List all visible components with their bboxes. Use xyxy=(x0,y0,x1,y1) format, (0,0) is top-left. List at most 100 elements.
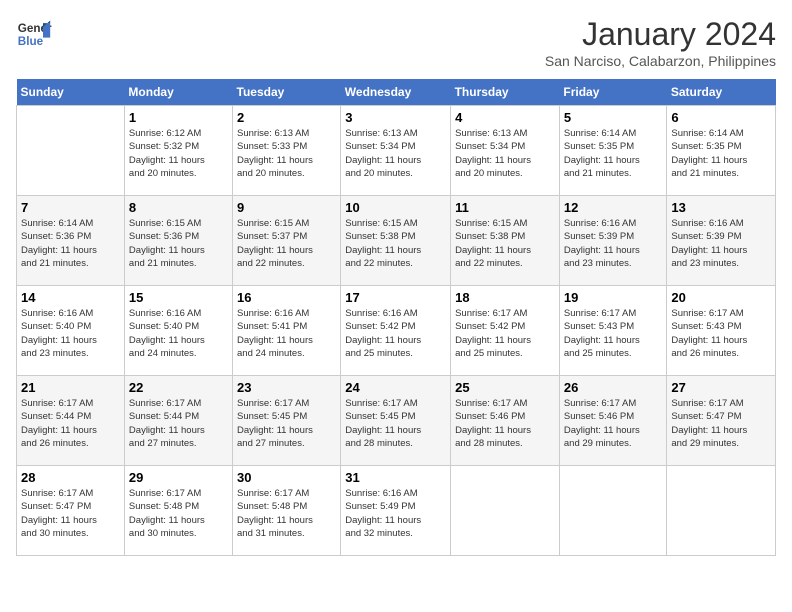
day-info: Sunrise: 6:17 AM Sunset: 5:46 PM Dayligh… xyxy=(455,397,555,450)
calendar-cell: 8 Sunrise: 6:15 AM Sunset: 5:36 PM Daylig… xyxy=(124,196,232,286)
day-info: Sunrise: 6:17 AM Sunset: 5:48 PM Dayligh… xyxy=(129,487,228,540)
svg-text:Blue: Blue xyxy=(18,35,44,48)
calendar-cell: 23Sunrise: 6:17 AM Sunset: 5:45 PM Dayli… xyxy=(233,376,341,466)
calendar-cell: 24Sunrise: 6:17 AM Sunset: 5:45 PM Dayli… xyxy=(341,376,451,466)
calendar-cell: 26 Sunrise: 6:17 AM Sunset: 5:46 PM Dayli… xyxy=(559,376,666,466)
calendar-week-row: 28 Sunrise: 6:17 AM Sunset: 5:47 PM Dayli… xyxy=(17,466,776,556)
day-info: Sunrise: 6:16 AM Sunset: 5:39 PM Dayligh… xyxy=(564,217,662,270)
day-info: Sunrise: 6:17 AM Sunset: 5:44 PM Dayligh… xyxy=(21,397,120,450)
calendar-week-row: 1 Sunrise: 6:12 AM Sunset: 5:32 PM Daylig… xyxy=(17,106,776,196)
column-header-thursday: Thursday xyxy=(451,79,560,106)
day-info: Sunrise: 6:14 AM Sunset: 5:36 PM Dayligh… xyxy=(21,217,120,270)
day-info: Sunrise: 6:17 AM Sunset: 5:42 PM Dayligh… xyxy=(455,307,555,360)
day-info: Sunrise: 6:15 AM Sunset: 5:36 PM Dayligh… xyxy=(129,217,228,270)
calendar-cell: 1 Sunrise: 6:12 AM Sunset: 5:32 PM Daylig… xyxy=(124,106,232,196)
calendar-week-row: 14 Sunrise: 6:16 AM Sunset: 5:40 PM Dayli… xyxy=(17,286,776,376)
day-info: Sunrise: 6:13 AM Sunset: 5:33 PM Dayligh… xyxy=(237,127,336,180)
day-number: 4 xyxy=(455,110,555,125)
calendar-cell xyxy=(17,106,125,196)
header: General Blue January 2024 San Narciso, C… xyxy=(16,16,776,69)
calendar-cell: 25 Sunrise: 6:17 AM Sunset: 5:46 PM Dayli… xyxy=(451,376,560,466)
day-number: 8 xyxy=(129,200,228,215)
day-info: Sunrise: 6:17 AM Sunset: 5:44 PM Dayligh… xyxy=(129,397,228,450)
day-number: 12 xyxy=(564,200,662,215)
calendar-header-row: SundayMondayTuesdayWednesdayThursdayFrid… xyxy=(17,79,776,106)
day-number: 21 xyxy=(21,380,120,395)
day-number: 25 xyxy=(455,380,555,395)
calendar-cell: 21 Sunrise: 6:17 AM Sunset: 5:44 PM Dayli… xyxy=(17,376,125,466)
calendar-cell: 17 Sunrise: 6:16 AM Sunset: 5:42 PM Dayli… xyxy=(341,286,451,376)
calendar-cell: 18 Sunrise: 6:17 AM Sunset: 5:42 PM Dayli… xyxy=(451,286,560,376)
day-info: Sunrise: 6:17 AM Sunset: 5:47 PM Dayligh… xyxy=(671,397,771,450)
day-info: Sunrise: 6:16 AM Sunset: 5:40 PM Dayligh… xyxy=(21,307,120,360)
day-number: 2 xyxy=(237,110,336,125)
day-info: Sunrise: 6:15 AM Sunset: 5:38 PM Dayligh… xyxy=(455,217,555,270)
calendar-cell: 16 Sunrise: 6:16 AM Sunset: 5:41 PM Dayli… xyxy=(233,286,341,376)
day-info: Sunrise: 6:17 AM Sunset: 5:43 PM Dayligh… xyxy=(564,307,662,360)
day-info: Sunrise: 6:17 AM Sunset: 5:46 PM Dayligh… xyxy=(564,397,662,450)
calendar-cell: 7 Sunrise: 6:14 AM Sunset: 5:36 PM Daylig… xyxy=(17,196,125,286)
day-number: 14 xyxy=(21,290,120,305)
day-info: Sunrise: 6:16 AM Sunset: 5:49 PM Dayligh… xyxy=(345,487,446,540)
calendar-title: January 2024 xyxy=(545,16,776,53)
calendar-cell: 14 Sunrise: 6:16 AM Sunset: 5:40 PM Dayli… xyxy=(17,286,125,376)
calendar-cell: 12 Sunrise: 6:16 AM Sunset: 5:39 PM Dayli… xyxy=(559,196,666,286)
column-header-monday: Monday xyxy=(124,79,232,106)
day-number: 18 xyxy=(455,290,555,305)
day-number: 7 xyxy=(21,200,120,215)
calendar-cell: 2 Sunrise: 6:13 AM Sunset: 5:33 PM Daylig… xyxy=(233,106,341,196)
calendar-cell: 3 Sunrise: 6:13 AM Sunset: 5:34 PM Daylig… xyxy=(341,106,451,196)
day-number: 28 xyxy=(21,470,120,485)
calendar-cell: 10Sunrise: 6:15 AM Sunset: 5:38 PM Dayli… xyxy=(341,196,451,286)
day-number: 5 xyxy=(564,110,662,125)
day-number: 11 xyxy=(455,200,555,215)
day-number: 22 xyxy=(129,380,228,395)
calendar-cell: 15Sunrise: 6:16 AM Sunset: 5:40 PM Dayli… xyxy=(124,286,232,376)
day-info: Sunrise: 6:13 AM Sunset: 5:34 PM Dayligh… xyxy=(345,127,446,180)
calendar-cell: 11 Sunrise: 6:15 AM Sunset: 5:38 PM Dayli… xyxy=(451,196,560,286)
day-info: Sunrise: 6:17 AM Sunset: 5:47 PM Dayligh… xyxy=(21,487,120,540)
day-number: 30 xyxy=(237,470,336,485)
column-header-tuesday: Tuesday xyxy=(233,79,341,106)
column-header-wednesday: Wednesday xyxy=(341,79,451,106)
day-info: Sunrise: 6:14 AM Sunset: 5:35 PM Dayligh… xyxy=(564,127,662,180)
calendar-cell xyxy=(451,466,560,556)
day-number: 17 xyxy=(345,290,446,305)
day-number: 6 xyxy=(671,110,771,125)
day-number: 20 xyxy=(671,290,771,305)
day-info: Sunrise: 6:12 AM Sunset: 5:32 PM Dayligh… xyxy=(129,127,228,180)
day-info: Sunrise: 6:17 AM Sunset: 5:48 PM Dayligh… xyxy=(237,487,336,540)
calendar-cell xyxy=(667,466,776,556)
calendar-cell: 13 Sunrise: 6:16 AM Sunset: 5:39 PM Dayli… xyxy=(667,196,776,286)
calendar-cell: 27Sunrise: 6:17 AM Sunset: 5:47 PM Dayli… xyxy=(667,376,776,466)
day-info: Sunrise: 6:16 AM Sunset: 5:39 PM Dayligh… xyxy=(671,217,771,270)
day-number: 13 xyxy=(671,200,771,215)
column-header-sunday: Sunday xyxy=(17,79,125,106)
calendar-cell: 28 Sunrise: 6:17 AM Sunset: 5:47 PM Dayli… xyxy=(17,466,125,556)
calendar-cell xyxy=(559,466,666,556)
day-number: 1 xyxy=(129,110,228,125)
day-number: 3 xyxy=(345,110,446,125)
day-info: Sunrise: 6:17 AM Sunset: 5:43 PM Dayligh… xyxy=(671,307,771,360)
day-number: 16 xyxy=(237,290,336,305)
logo: General Blue xyxy=(16,16,52,52)
calendar-cell: 5 Sunrise: 6:14 AM Sunset: 5:35 PM Daylig… xyxy=(559,106,666,196)
day-info: Sunrise: 6:15 AM Sunset: 5:38 PM Dayligh… xyxy=(345,217,446,270)
calendar-cell: 4Sunrise: 6:13 AM Sunset: 5:34 PM Daylig… xyxy=(451,106,560,196)
day-number: 31 xyxy=(345,470,446,485)
column-header-friday: Friday xyxy=(559,79,666,106)
day-info: Sunrise: 6:15 AM Sunset: 5:37 PM Dayligh… xyxy=(237,217,336,270)
calendar-cell: 6Sunrise: 6:14 AM Sunset: 5:35 PM Daylig… xyxy=(667,106,776,196)
day-info: Sunrise: 6:16 AM Sunset: 5:41 PM Dayligh… xyxy=(237,307,336,360)
calendar-cell: 29 Sunrise: 6:17 AM Sunset: 5:48 PM Dayli… xyxy=(124,466,232,556)
day-number: 26 xyxy=(564,380,662,395)
calendar-subtitle: San Narciso, Calabarzon, Philippines xyxy=(545,53,776,69)
day-info: Sunrise: 6:17 AM Sunset: 5:45 PM Dayligh… xyxy=(237,397,336,450)
day-info: Sunrise: 6:16 AM Sunset: 5:42 PM Dayligh… xyxy=(345,307,446,360)
calendar-cell: 30 Sunrise: 6:17 AM Sunset: 5:48 PM Dayli… xyxy=(233,466,341,556)
day-info: Sunrise: 6:17 AM Sunset: 5:45 PM Dayligh… xyxy=(345,397,446,450)
day-number: 29 xyxy=(129,470,228,485)
day-number: 19 xyxy=(564,290,662,305)
logo-icon: General Blue xyxy=(16,16,52,52)
title-area: January 2024 San Narciso, Calabarzon, Ph… xyxy=(545,16,776,69)
